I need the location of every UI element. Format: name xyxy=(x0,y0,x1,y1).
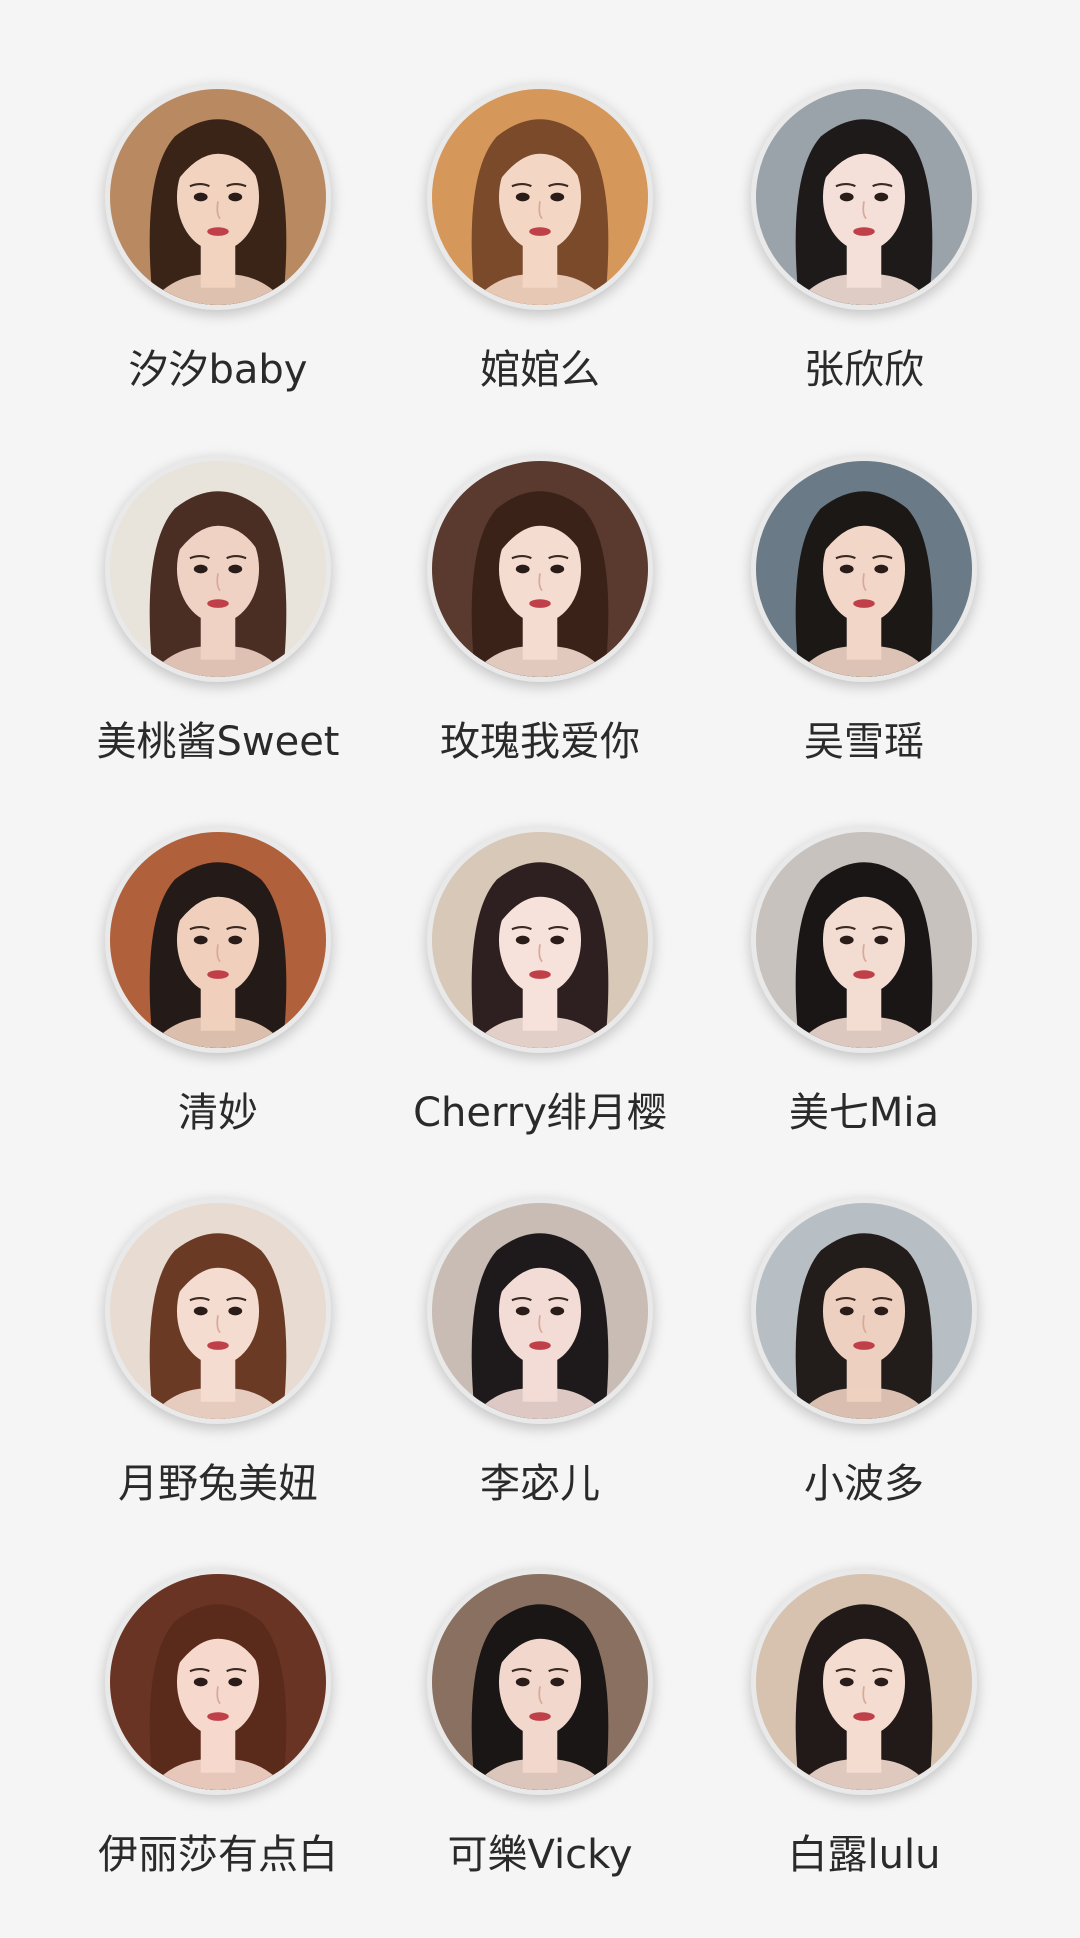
avatar[interactable] xyxy=(105,827,331,1053)
portrait-image xyxy=(756,89,972,305)
portrait-image xyxy=(756,1574,972,1790)
portrait-image xyxy=(110,832,326,1048)
profile-name: 月野兔美妞 xyxy=(118,1461,318,1507)
profile-name: 婠婠么 xyxy=(480,347,600,393)
profile-card[interactable]: 伊丽莎有点白 xyxy=(50,1569,390,1899)
portrait-image xyxy=(110,89,326,305)
avatar[interactable] xyxy=(751,1569,977,1795)
profile-card[interactable]: 汐汐baby xyxy=(50,84,390,414)
profile-name: 吴雪瑶 xyxy=(804,719,924,765)
avatar[interactable] xyxy=(427,827,653,1053)
portrait-image xyxy=(110,461,326,677)
portrait-image xyxy=(756,832,972,1048)
profile-card[interactable]: 小波多 xyxy=(696,1198,1036,1528)
profile-card[interactable]: 吴雪瑶 xyxy=(696,456,1036,786)
profile-name: 李宓儿 xyxy=(480,1461,600,1507)
avatar[interactable] xyxy=(105,1198,331,1424)
portrait-image xyxy=(432,832,648,1048)
portrait-image xyxy=(110,1203,326,1419)
profile-name: Cherry绯月樱 xyxy=(413,1090,667,1136)
profile-name: 汐汐baby xyxy=(128,347,308,393)
portrait-image xyxy=(432,1574,648,1790)
avatar[interactable] xyxy=(427,1569,653,1795)
profile-card[interactable]: 清妙 xyxy=(50,827,390,1157)
profile-card[interactable]: 玫瑰我爱你 xyxy=(372,456,712,786)
profile-name: 小波多 xyxy=(804,1461,924,1507)
avatar[interactable] xyxy=(751,456,977,682)
avatar[interactable] xyxy=(427,84,653,310)
profile-card[interactable]: 月野兔美妞 xyxy=(50,1198,390,1528)
profile-name: 玫瑰我爱你 xyxy=(440,719,640,765)
profile-card[interactable]: 张欣欣 xyxy=(696,84,1036,414)
profile-card[interactable]: 美桃酱Sweet xyxy=(50,456,390,786)
avatar[interactable] xyxy=(751,84,977,310)
portrait-image xyxy=(432,89,648,305)
portrait-image xyxy=(432,1203,648,1419)
avatar[interactable] xyxy=(751,1198,977,1424)
profile-card[interactable]: 美七Mia xyxy=(696,827,1036,1157)
avatar[interactable] xyxy=(105,456,331,682)
profile-name: 清妙 xyxy=(178,1090,258,1136)
portrait-image xyxy=(756,1203,972,1419)
profile-name: 白露lulu xyxy=(787,1832,941,1878)
avatar[interactable] xyxy=(751,827,977,1053)
profile-name: 美七Mia xyxy=(788,1090,940,1136)
avatar[interactable] xyxy=(427,1198,653,1424)
profile-card[interactable]: Cherry绯月樱 xyxy=(372,827,712,1157)
profile-card[interactable]: 李宓儿 xyxy=(372,1198,712,1528)
avatar[interactable] xyxy=(105,1569,331,1795)
profile-card[interactable]: 可樂Vicky xyxy=(372,1569,712,1899)
avatar[interactable] xyxy=(105,84,331,310)
profile-name: 美桃酱Sweet xyxy=(96,719,340,765)
portrait-image xyxy=(432,461,648,677)
portrait-image xyxy=(110,1574,326,1790)
avatar[interactable] xyxy=(427,456,653,682)
profile-card[interactable]: 白露lulu xyxy=(696,1569,1036,1899)
profile-name: 张欣欣 xyxy=(804,347,924,393)
profile-grid: 汐汐baby 婠婠么 张欣欣 美桃酱Sweet 玫瑰我爱你 吴雪瑶 清妙 Che… xyxy=(0,0,1080,1938)
profile-name: 可樂Vicky xyxy=(447,1832,633,1878)
portrait-image xyxy=(756,461,972,677)
profile-card[interactable]: 婠婠么 xyxy=(372,84,712,414)
profile-name: 伊丽莎有点白 xyxy=(98,1832,338,1878)
